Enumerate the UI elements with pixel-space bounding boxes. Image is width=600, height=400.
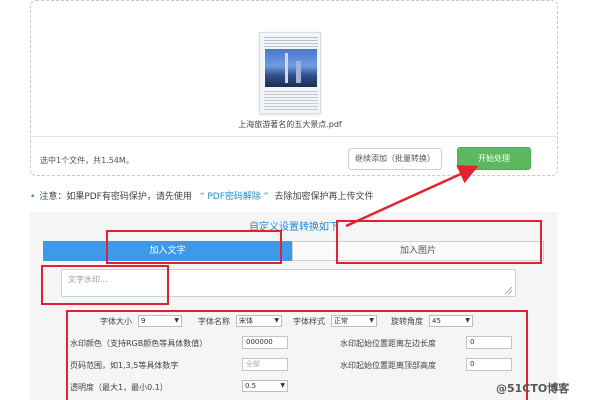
notice-bullet: • bbox=[30, 192, 36, 202]
thumbnail-tower bbox=[285, 53, 288, 83]
thumbnail-photo bbox=[265, 49, 317, 87]
thumbnail-building bbox=[296, 61, 301, 83]
thumbnail-text-lines bbox=[264, 91, 318, 111]
continue-add-button[interactable]: 继续添加（批量转换） bbox=[348, 148, 442, 170]
notice-suffix: 去除加密保护再上传文件 bbox=[274, 192, 374, 202]
file-name: 上海旅游著名的五大景点.pdf bbox=[238, 120, 342, 129]
pdf-password-remove-link[interactable]: “ PDF密码解除 ” bbox=[200, 192, 269, 202]
annotation-box-settings bbox=[66, 310, 528, 400]
resize-grip-icon[interactable] bbox=[505, 287, 512, 294]
start-processing-button[interactable]: 开始处理 bbox=[457, 147, 531, 170]
annotation-box-watermark-text bbox=[41, 265, 169, 305]
annotation-box-add-image bbox=[336, 220, 542, 264]
annotation-box-add-text bbox=[106, 230, 282, 264]
brand-watermark: @51CTO博客 bbox=[496, 382, 570, 395]
password-notice: • 注意：如果PDF有密码保护，请先使用 “ PDF密码解除 ” 去除加密保护再上传文… bbox=[30, 189, 373, 202]
pdf-thumbnail[interactable] bbox=[259, 32, 321, 114]
notice-prefix: 注意：如果PDF有密码保护，请先使用 bbox=[39, 192, 192, 202]
selected-file-info: 选中1个文件，共1.54M。 bbox=[40, 156, 134, 165]
thumbnail-title-lines bbox=[264, 37, 318, 47]
panel-divider bbox=[30, 136, 558, 137]
